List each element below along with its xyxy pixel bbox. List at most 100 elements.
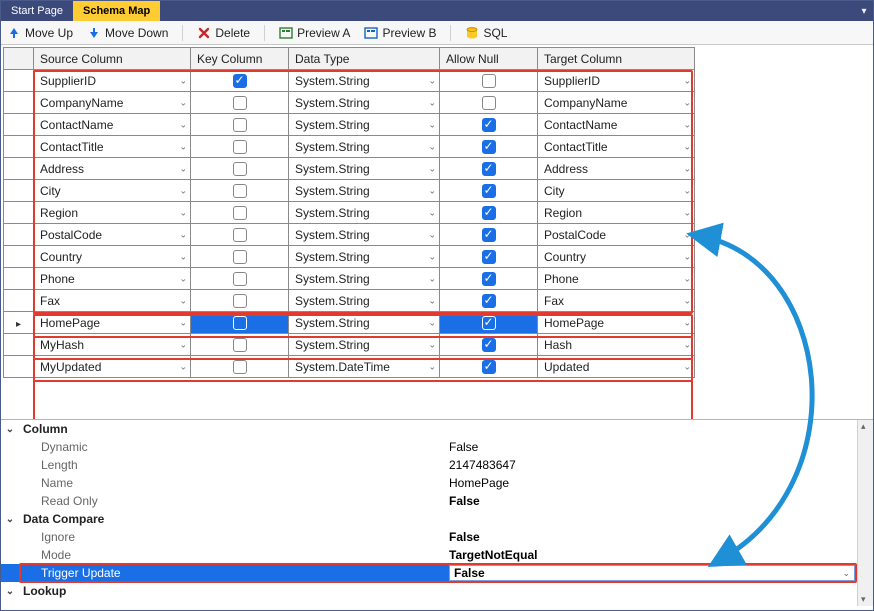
source-column-combo[interactable]: Fax⌄ — [34, 290, 190, 311]
row-selector[interactable] — [4, 158, 34, 180]
grid-header-null[interactable]: Allow Null — [440, 48, 538, 70]
row-selector[interactable] — [4, 202, 34, 224]
key-column-checkbox[interactable] — [233, 96, 247, 110]
table-row[interactable]: ContactName⌄ System.String⌄ ContactName⌄ — [4, 114, 695, 136]
row-selector[interactable] — [4, 70, 34, 92]
allow-null-checkbox[interactable] — [482, 294, 496, 308]
source-column-combo[interactable]: MyUpdated⌄ — [34, 356, 190, 377]
schema-grid[interactable]: Source Column Key Column Data Type Allow… — [3, 47, 695, 378]
target-column-combo[interactable]: HomePage⌄ — [538, 312, 694, 333]
property-mode[interactable]: ModeTargetNotEqual — [1, 546, 873, 564]
allow-null-checkbox[interactable] — [482, 272, 496, 286]
target-column-combo[interactable]: SupplierID⌄ — [538, 70, 694, 91]
target-column-combo[interactable]: ContactTitle⌄ — [538, 136, 694, 157]
data-type-combo[interactable]: System.String⌄ — [289, 202, 439, 223]
allow-null-checkbox[interactable] — [482, 360, 496, 374]
source-column-combo[interactable]: Country⌄ — [34, 246, 190, 267]
row-selector[interactable] — [4, 224, 34, 246]
source-column-combo[interactable]: Phone⌄ — [34, 268, 190, 289]
source-column-combo[interactable]: MyHash⌄ — [34, 334, 190, 355]
key-column-checkbox[interactable] — [233, 228, 247, 242]
delete-button[interactable]: Delete — [197, 26, 250, 40]
row-selector[interactable] — [4, 246, 34, 268]
property-category-column[interactable]: ⌄ Column — [1, 420, 873, 438]
table-row[interactable]: ContactTitle⌄System.String⌄ContactTitle⌄ — [4, 136, 695, 158]
grid-header-key[interactable]: Key Column — [191, 48, 289, 70]
key-column-checkbox[interactable] — [233, 206, 247, 220]
tab-schema-map[interactable]: Schema Map — [73, 1, 160, 21]
allow-null-checkbox[interactable] — [482, 118, 496, 132]
data-type-combo[interactable]: System.String⌄ — [289, 70, 439, 91]
table-row[interactable]: Fax⌄System.String⌄Fax⌄ — [4, 290, 695, 312]
grid-header-source[interactable]: Source Column — [34, 48, 191, 70]
row-selector[interactable] — [4, 180, 34, 202]
target-column-combo[interactable]: Region⌄ — [538, 202, 694, 223]
source-column-combo[interactable]: PostalCode⌄ — [34, 224, 190, 245]
target-column-combo[interactable]: Hash⌄ — [538, 334, 694, 355]
property-readonly[interactable]: Read OnlyFalse — [1, 492, 873, 510]
row-selector[interactable] — [4, 312, 34, 334]
table-row[interactable]: CompanyName⌄System.String⌄CompanyName⌄ — [4, 92, 695, 114]
property-category-lookup[interactable]: ⌄ Lookup — [1, 582, 873, 600]
data-type-combo[interactable]: System.String⌄ — [289, 114, 439, 135]
allow-null-checkbox[interactable] — [482, 250, 496, 264]
target-column-combo[interactable]: Country⌄ — [538, 246, 694, 267]
target-column-combo[interactable]: ContactName⌄ — [538, 114, 694, 135]
collapse-icon[interactable]: ⌄ — [1, 586, 19, 597]
move-down-button[interactable]: Move Down — [87, 26, 168, 40]
property-scrollbar[interactable] — [857, 420, 873, 606]
table-row[interactable]: SupplierID⌄ System.String⌄ SupplierID⌄ — [4, 70, 695, 92]
key-column-checkbox[interactable] — [233, 162, 247, 176]
property-ignore[interactable]: IgnoreFalse — [1, 528, 873, 546]
row-selector[interactable] — [4, 114, 34, 136]
allow-null-checkbox[interactable] — [482, 338, 496, 352]
table-row[interactable]: Region⌄ System.String⌄ Region⌄ — [4, 202, 695, 224]
allow-null-checkbox[interactable] — [482, 184, 496, 198]
source-column-combo[interactable]: Region⌄ — [34, 202, 190, 223]
tab-start-page[interactable]: Start Page — [1, 1, 73, 21]
grid-header-type[interactable]: Data Type — [289, 48, 440, 70]
data-type-combo[interactable]: System.String⌄ — [289, 180, 439, 201]
source-column-combo[interactable]: SupplierID⌄ — [34, 70, 190, 91]
table-row[interactable]: PostalCode⌄ System.String⌄ PostalCode⌄ — [4, 224, 695, 246]
key-column-checkbox[interactable] — [233, 360, 247, 374]
allow-null-checkbox[interactable] — [482, 316, 496, 330]
source-column-combo[interactable]: City⌄ — [34, 180, 190, 201]
table-row[interactable]: Address⌄System.String⌄Address⌄ — [4, 158, 695, 180]
key-column-checkbox[interactable] — [233, 294, 247, 308]
data-type-combo[interactable]: System.String⌄ — [289, 334, 439, 355]
key-column-checkbox[interactable] — [233, 184, 247, 198]
key-column-checkbox[interactable] — [233, 316, 247, 330]
allow-null-checkbox[interactable] — [482, 162, 496, 176]
data-type-combo[interactable]: System.String⌄ — [289, 158, 439, 179]
collapse-icon[interactable]: ⌄ — [1, 424, 19, 435]
property-dynamic[interactable]: DynamicFalse — [1, 438, 873, 456]
source-column-combo[interactable]: CompanyName⌄ — [34, 92, 190, 113]
preview-a-button[interactable]: Preview A — [279, 26, 350, 40]
data-type-combo[interactable]: System.String⌄ — [289, 268, 439, 289]
grid-header-rowselector[interactable] — [4, 48, 34, 70]
allow-null-checkbox[interactable] — [482, 206, 496, 220]
property-length[interactable]: Length2147483647 — [1, 456, 873, 474]
preview-b-button[interactable]: Preview B — [364, 26, 436, 40]
row-selector[interactable] — [4, 356, 34, 378]
target-column-combo[interactable]: Updated⌄ — [538, 356, 694, 377]
source-column-combo[interactable]: HomePage⌄ — [34, 312, 190, 333]
data-type-combo[interactable]: System.DateTime⌄ — [289, 356, 439, 377]
target-column-combo[interactable]: City⌄ — [538, 180, 694, 201]
tab-overflow-button[interactable]: ▾ — [855, 1, 873, 21]
table-row[interactable]: Country⌄System.String⌄Country⌄ — [4, 246, 695, 268]
key-column-checkbox[interactable] — [233, 74, 247, 88]
row-selector[interactable] — [4, 136, 34, 158]
data-type-combo[interactable]: System.String⌄ — [289, 312, 439, 333]
key-column-checkbox[interactable] — [233, 250, 247, 264]
source-column-combo[interactable]: ContactName⌄ — [34, 114, 190, 135]
table-row[interactable]: Phone⌄System.String⌄Phone⌄ — [4, 268, 695, 290]
move-up-button[interactable]: Move Up — [7, 26, 73, 40]
target-column-combo[interactable]: CompanyName⌄ — [538, 92, 694, 113]
target-column-combo[interactable]: Address⌄ — [538, 158, 694, 179]
row-selector[interactable] — [4, 92, 34, 114]
data-type-combo[interactable]: System.String⌄ — [289, 224, 439, 245]
key-column-checkbox[interactable] — [233, 140, 247, 154]
target-column-combo[interactable]: PostalCode⌄ — [538, 224, 694, 245]
